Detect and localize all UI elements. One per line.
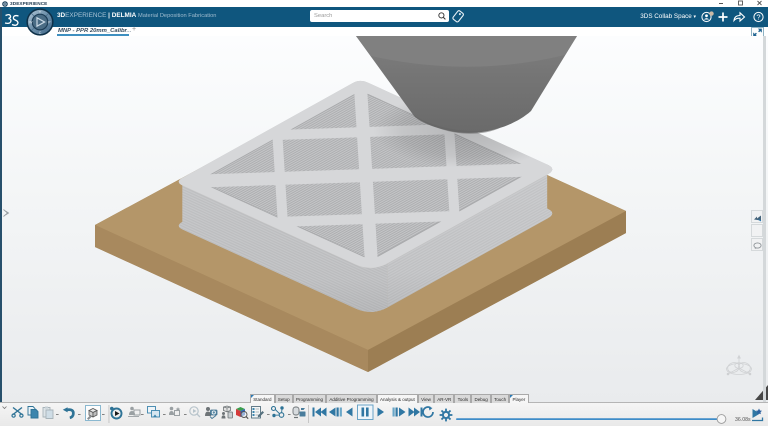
svg-text:W: W bbox=[29, 20, 33, 24]
svg-text:36.08s: 36.08s bbox=[735, 417, 751, 423]
svg-text:C: C bbox=[39, 31, 42, 35]
svg-text:?: ? bbox=[756, 13, 760, 22]
